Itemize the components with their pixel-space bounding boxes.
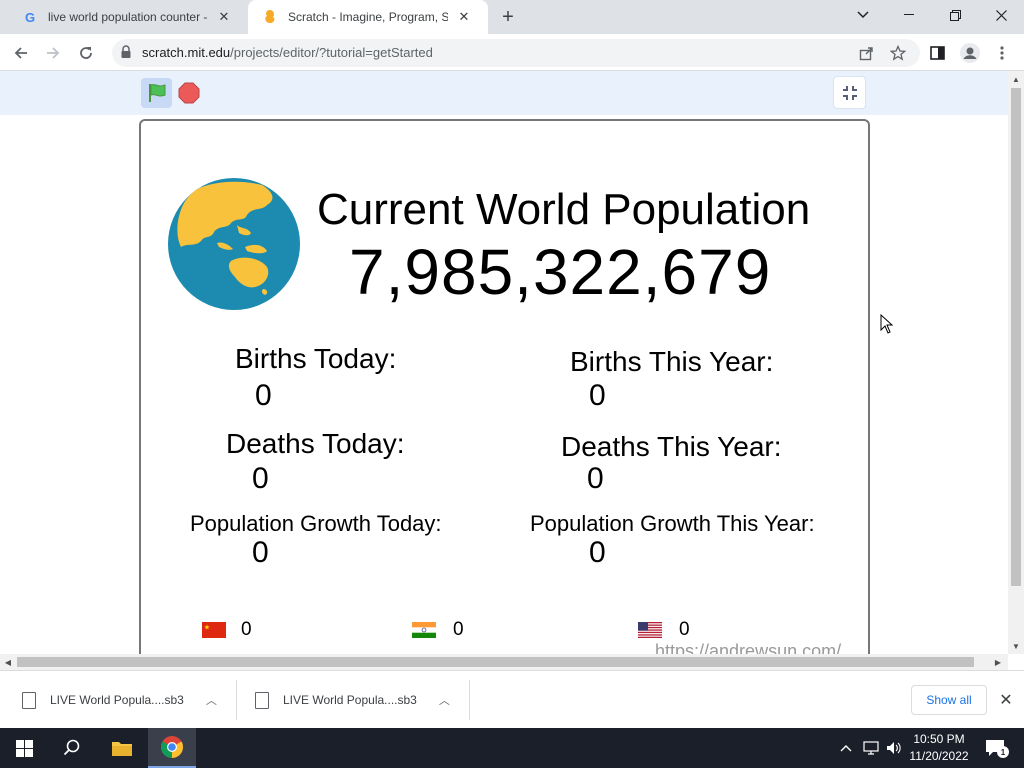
scroll-down-arrow-icon[interactable]: ▼ bbox=[1008, 638, 1024, 654]
notification-center-button[interactable]: 1 bbox=[980, 728, 1010, 768]
taskbar-clock[interactable]: 10:50 PM 11/20/2022 bbox=[903, 731, 975, 765]
growth-today-value: 0 bbox=[252, 536, 269, 569]
scroll-left-arrow-icon[interactable]: ◀ bbox=[0, 654, 16, 670]
forward-button[interactable] bbox=[40, 40, 66, 66]
network-icon[interactable] bbox=[860, 728, 882, 768]
china-value: 0 bbox=[241, 619, 252, 640]
clock-time: 10:50 PM bbox=[913, 732, 965, 746]
india-value: 0 bbox=[453, 619, 464, 640]
close-tab-icon[interactable]: ✕ bbox=[214, 7, 234, 27]
growth-year-label: Population Growth This Year: bbox=[530, 511, 815, 536]
chrome-icon bbox=[161, 736, 183, 758]
google-icon: G bbox=[24, 9, 36, 25]
folder-icon bbox=[112, 742, 132, 756]
tab-scratch[interactable]: Scratch - Imagine, Program, Shar ✕ bbox=[248, 0, 488, 34]
new-tab-button[interactable]: + bbox=[496, 6, 520, 28]
divider bbox=[236, 680, 237, 720]
usa-flag-icon bbox=[638, 622, 662, 638]
tray-overflow-chevron-icon[interactable] bbox=[836, 728, 856, 768]
mouse-cursor-icon bbox=[880, 313, 894, 334]
menu-kebab-icon[interactable] bbox=[989, 40, 1015, 66]
download-filename: LIVE World Popula....sb3 bbox=[283, 693, 417, 707]
url-path: /projects/editor/?tutorial=getStarted bbox=[230, 45, 433, 60]
deaths-year-value: 0 bbox=[587, 462, 604, 495]
green-flag-button[interactable] bbox=[141, 78, 172, 108]
share-icon[interactable] bbox=[853, 40, 879, 66]
bookmark-star-icon[interactable] bbox=[885, 40, 911, 66]
tab-title: Scratch - Imagine, Program, Shar bbox=[288, 10, 448, 24]
search-icon bbox=[63, 739, 80, 756]
stage-header bbox=[0, 71, 1008, 115]
url-text[interactable]: scratch.mit.edu/projects/editor/?tutoria… bbox=[142, 45, 433, 60]
vertical-scroll-thumb[interactable] bbox=[1011, 88, 1021, 586]
download-filename: LIVE World Popula....sb3 bbox=[50, 693, 184, 707]
births-today-label: Births Today: bbox=[235, 343, 397, 374]
growth-today-label: Population Growth Today: bbox=[190, 511, 442, 536]
green-flag-icon bbox=[148, 84, 165, 102]
url-host: scratch.mit.edu bbox=[142, 45, 231, 60]
births-year-value: 0 bbox=[589, 379, 606, 412]
file-icon bbox=[255, 691, 269, 709]
exit-fullscreen-button[interactable] bbox=[833, 76, 866, 109]
side-panel-icon[interactable] bbox=[924, 40, 950, 66]
scratch-favicon-icon bbox=[262, 9, 278, 25]
download-item[interactable]: LIVE World Popula....sb3 ︿ bbox=[22, 686, 217, 714]
show-all-button[interactable]: Show all bbox=[911, 685, 987, 715]
china-flag-icon bbox=[202, 622, 226, 638]
volume-icon[interactable] bbox=[883, 728, 905, 768]
reload-button[interactable] bbox=[73, 40, 99, 66]
chevron-up-icon[interactable]: ︿ bbox=[439, 692, 450, 708]
back-button[interactable] bbox=[8, 40, 34, 66]
minimize-button[interactable] bbox=[895, 4, 923, 26]
population-title: Current World Population bbox=[317, 185, 811, 234]
watermark-text: https://andrewsun.com/ bbox=[655, 641, 842, 654]
population-counter: 7,985,322,679 bbox=[349, 236, 772, 308]
deaths-today-label: Deaths Today: bbox=[226, 428, 405, 459]
births-today-value: 0 bbox=[255, 379, 272, 412]
usa-value: 0 bbox=[679, 619, 690, 640]
search-button[interactable] bbox=[48, 728, 96, 768]
growth-year-value: 0 bbox=[589, 536, 606, 569]
chevron-up-icon[interactable]: ︿ bbox=[206, 692, 217, 708]
clock-date: 11/20/2022 bbox=[909, 749, 969, 763]
globe-icon bbox=[167, 177, 301, 311]
india-flag-icon bbox=[412, 622, 436, 638]
project-stage[interactable]: Current World Population 7,985,322,679 B… bbox=[139, 119, 870, 654]
windows-logo-icon bbox=[15, 739, 33, 757]
restore-button[interactable] bbox=[941, 4, 969, 26]
page-content: Current World Population 7,985,322,679 B… bbox=[0, 71, 1008, 654]
exit-fullscreen-icon bbox=[842, 85, 857, 100]
file-icon bbox=[22, 691, 36, 709]
tab-population-search[interactable]: G live world population counter - G ✕ bbox=[8, 0, 248, 34]
profile-avatar[interactable] bbox=[957, 40, 983, 66]
close-window-button[interactable] bbox=[987, 4, 1015, 26]
close-tab-icon[interactable]: ✕ bbox=[454, 7, 474, 27]
stop-button[interactable] bbox=[178, 82, 200, 104]
close-downloads-icon[interactable]: ✕ bbox=[996, 690, 1016, 710]
file-explorer-button[interactable] bbox=[98, 728, 146, 768]
deaths-year-label: Deaths This Year: bbox=[561, 431, 782, 462]
horizontal-scroll-thumb[interactable] bbox=[17, 657, 974, 667]
scroll-up-arrow-icon[interactable]: ▲ bbox=[1008, 71, 1024, 87]
deaths-today-value: 0 bbox=[252, 462, 269, 495]
chrome-taskbar-button[interactable] bbox=[148, 728, 196, 768]
births-year-label: Births This Year: bbox=[570, 346, 774, 377]
start-button[interactable] bbox=[0, 728, 48, 768]
tab-search-chevron-icon[interactable] bbox=[849, 4, 877, 26]
download-item[interactable]: LIVE World Popula....sb3 ︿ bbox=[255, 686, 450, 714]
tab-title: live world population counter - G bbox=[48, 10, 208, 24]
scroll-right-arrow-icon[interactable]: ▶ bbox=[990, 654, 1006, 670]
notification-badge: 1 bbox=[997, 746, 1009, 758]
divider bbox=[469, 680, 470, 720]
lock-icon[interactable] bbox=[120, 45, 132, 59]
stop-icon bbox=[178, 82, 200, 104]
